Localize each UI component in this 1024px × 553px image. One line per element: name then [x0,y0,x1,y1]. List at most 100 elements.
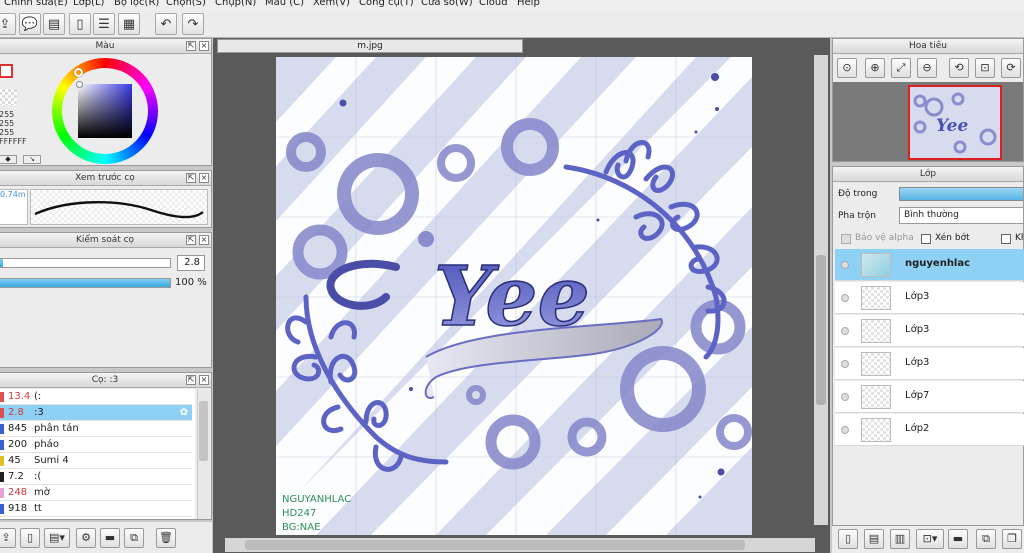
panel-close-icon[interactable]: × [199,375,209,385]
panel-float-icon[interactable]: ⇱ [186,235,196,245]
brush-list-scrollbar[interactable] [197,389,209,519]
new-layer-copy-icon[interactable]: ▤ [864,529,884,549]
clip-checkbox[interactable] [921,234,931,244]
panel-float-icon[interactable]: ⇱ [186,41,196,51]
menu-cloud[interactable]: Cloud [479,0,508,8]
navigator-thumbnail[interactable]: Yee [908,85,1002,160]
transparent-swatch[interactable] [0,89,17,105]
rotate-right-icon[interactable]: ⟳ [1001,58,1021,78]
menu-color[interactable]: Màu (C) [265,0,304,8]
zoom-fit-icon[interactable]: ⊙ [837,58,857,78]
layer-thumbnail [861,286,891,310]
brush-item[interactable]: 248 mờ [0,485,192,501]
density-slider[interactable] [0,278,171,288]
panel-close-icon[interactable]: × [199,173,209,183]
foreground-color-swatch[interactable] [0,64,13,78]
layer-mask-icon[interactable]: ⊡▾ [916,529,944,549]
properties-icon[interactable]: ⚙ [76,528,96,548]
size-slider[interactable] [0,258,171,268]
open-icon[interactable]: ⇪ [0,13,16,35]
layer-row[interactable]: Lớp7 [835,381,1024,413]
hue-handle[interactable] [74,68,83,77]
picker-icon[interactable]: ↘ [23,155,41,164]
menu-capture[interactable]: Chụp(N) [215,0,256,8]
reset-view-icon[interactable]: ⊡ [975,58,995,78]
menu-filter[interactable]: Bộ lọc(R) [114,0,159,8]
brush-item[interactable]: 845 phân tán [0,421,192,437]
value-handle[interactable] [76,81,83,88]
menu-help[interactable]: Help [517,0,540,8]
menu-tools[interactable]: Công cụ(T) [359,0,414,8]
opacity-slider[interactable] [899,187,1023,201]
add-brush-icon[interactable]: ⇪ [0,528,16,548]
panel-float-icon[interactable]: ⇱ [186,173,196,183]
visibility-icon[interactable] [841,360,849,368]
visibility-icon[interactable] [841,426,849,434]
brush-item[interactable]: 7.2:( [0,469,192,485]
panel-close-icon[interactable]: × [199,235,209,245]
layer-row[interactable]: Lớp3 [835,282,1024,314]
duplicate-icon[interactable]: ⧉ [124,528,144,548]
layer-duplicate-icon[interactable]: ❐ [1002,529,1022,549]
visibility-icon[interactable] [841,393,849,401]
menu-view[interactable]: Xem(V) [313,0,350,8]
brush-item[interactable]: 13.4 (: [0,389,192,405]
blend-mode-select[interactable]: Bình thường [899,207,1023,224]
brush-name: phân tán [34,423,79,434]
menu-layer[interactable]: Lớp(L) [73,0,104,8]
brush-item[interactable]: 200 pháo [0,437,192,453]
artwork-canvas[interactable]: Yee NGUYANHLAC HD247 BG:NAE [276,57,752,535]
document-icon[interactable]: ▯ [69,13,91,35]
scroll-thumb[interactable] [199,401,208,461]
rotate-left-icon[interactable]: ⟲ [949,58,969,78]
fit-window-icon[interactable]: ⤢ [891,58,911,78]
menu-window[interactable]: Cửa sổ(W) [421,0,473,8]
comment-icon[interactable]: ▤ [43,13,65,35]
canvas-horizontal-scrollbar[interactable] [225,538,815,552]
menu-select[interactable]: Chọn(S) [166,0,206,8]
brush-color-swatch [0,488,4,498]
layer-folder-icon[interactable]: ▬ [948,529,968,549]
brush-item[interactable]: 918 tt [0,501,192,517]
canvas-vertical-scrollbar[interactable] [814,55,828,525]
brush-item[interactable]: 2.8:3 ✿ [0,405,192,421]
protect-alpha-checkbox[interactable] [841,234,851,244]
new-layer-icon[interactable]: ▯ [838,529,858,549]
zoom-out-icon[interactable]: ⊖ [917,58,937,78]
layer-row[interactable]: Lớp3 [835,315,1024,347]
navigator-preview: Yee [913,92,997,154]
navigator-panel: Hoa tiêu ⊙ ⊕ ⤢ ⊖ ⟲ ⊡ ⟳ Yee [832,38,1024,162]
layer-row[interactable]: Lớp2 [835,414,1024,446]
layer-row[interactable]: nguyenhlac [835,249,1024,281]
layer-properties-icon[interactable]: ▥ [890,529,910,549]
new-brush-icon[interactable]: ▯ [20,528,40,548]
size-value[interactable]: 2.8 [177,255,205,271]
scroll-thumb[interactable] [816,255,826,405]
panel-float-icon[interactable]: ⇱ [186,375,196,385]
visibility-icon[interactable] [841,294,849,302]
trash-icon[interactable]: 🗑 [156,528,176,548]
copy-brush-icon[interactable]: ▤▾ [44,528,70,548]
visibility-icon[interactable] [841,327,849,335]
undo-icon[interactable]: ↶ [155,13,177,35]
brush-item[interactable]: 45 Sumi 4 [0,453,192,469]
scroll-thumb[interactable] [245,540,745,550]
speech-bubble-icon[interactable]: 💬 [19,13,41,35]
layer-row[interactable]: Lớp3 [835,348,1024,380]
visibility-icon[interactable] [841,261,849,269]
zoom-in-icon[interactable]: ⊕ [865,58,885,78]
panel-close-icon[interactable]: × [199,41,209,51]
swap-icon[interactable]: ◆ [0,155,17,164]
merge-layer-icon[interactable]: ⧉ [976,529,996,549]
saturation-square[interactable] [78,84,132,138]
redo-icon[interactable]: ↷ [182,13,204,35]
folder-icon[interactable]: ▬ [100,528,120,548]
brush-size: 7.2 [8,471,24,482]
menu-edit[interactable]: Chỉnh sửa(E) [4,0,68,8]
grid-icon[interactable]: ▦ [118,13,140,35]
navigator-lettering: Yee [936,116,968,136]
lock-checkbox[interactable] [1001,234,1011,244]
list-icon[interactable]: ☰ [93,13,115,35]
brush-settings-icon[interactable]: ✿ [180,405,188,421]
document-tab[interactable]: m.jpg [217,39,523,53]
